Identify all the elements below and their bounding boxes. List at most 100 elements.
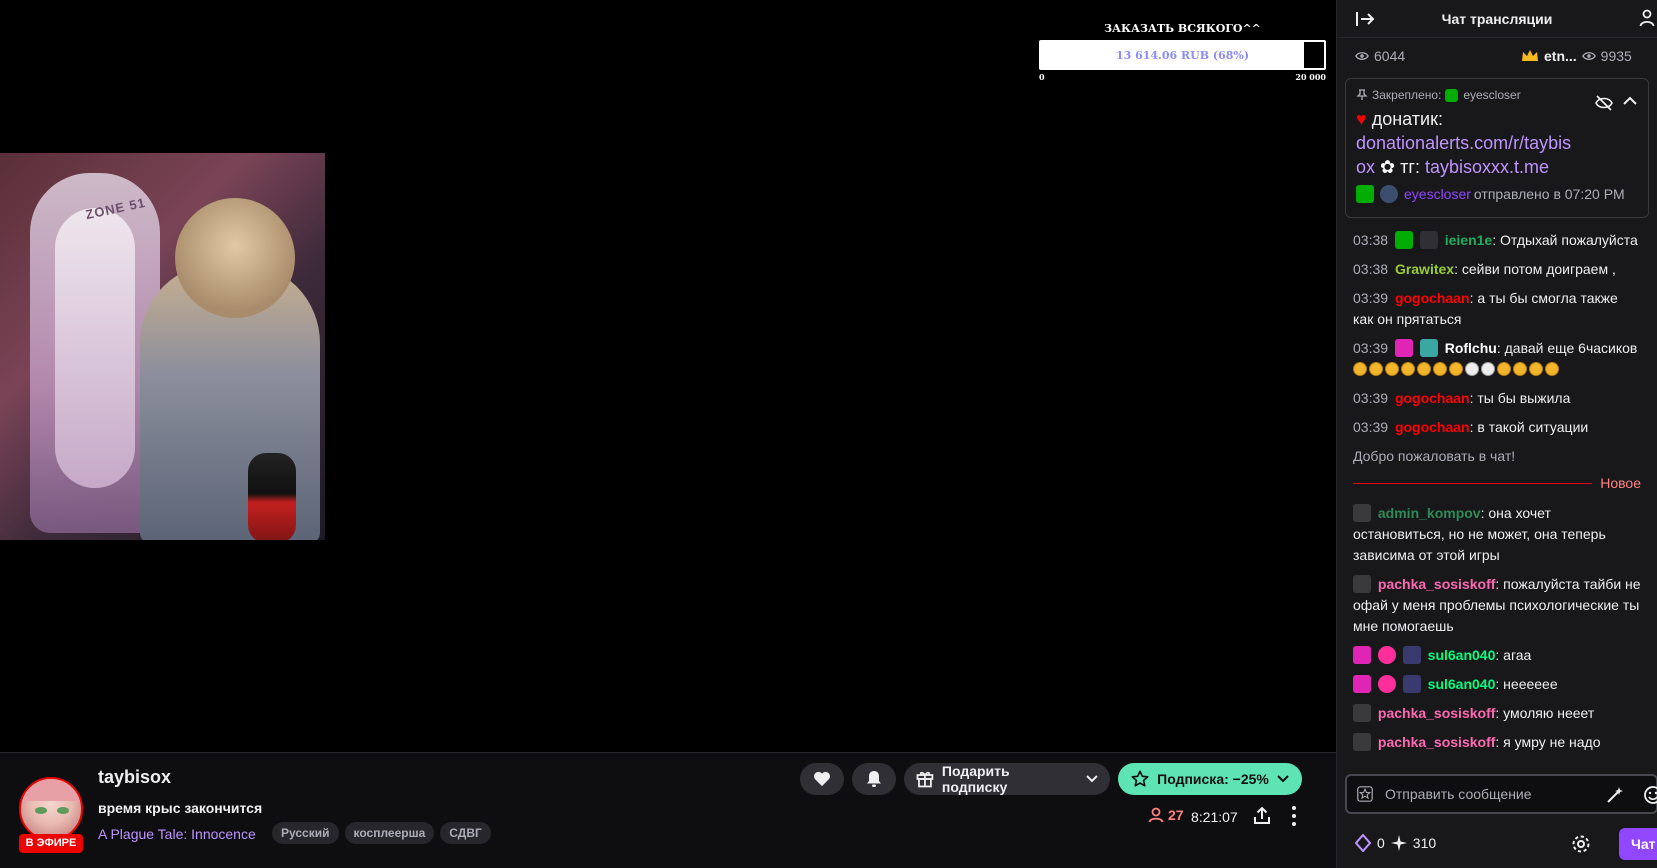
no-audio-badge-icon [1353, 704, 1371, 722]
magic-emote-icon[interactable] [1605, 785, 1625, 805]
chat-message: 03:39 gogochaan: в такой ситуации [1353, 413, 1641, 442]
pinned-message: Закреплено: eyescloser ♥ донатик: donati… [1345, 78, 1649, 218]
message-username[interactable]: sul6an040 [1428, 647, 1496, 663]
eye-icon [1581, 52, 1596, 60]
tag[interactable]: СДВГ [440, 822, 491, 844]
tag[interactable]: Русский [272, 822, 339, 844]
message-username[interactable]: ieien1e [1445, 232, 1492, 248]
message-time: 03:39 [1353, 340, 1389, 356]
star-icon[interactable] [1357, 786, 1373, 802]
viewer-count-value: 27 [1168, 807, 1184, 823]
star-icon [1131, 770, 1149, 787]
message-username[interactable]: gogochaan [1395, 290, 1470, 306]
user-avatar-badge-icon [1380, 185, 1398, 203]
chat-input-box[interactable] [1345, 774, 1657, 814]
flowers-icon: ✿ [1380, 157, 1396, 177]
message-username[interactable]: sul6an040 [1428, 676, 1496, 692]
hide-pin-icon[interactable] [1594, 93, 1614, 113]
red-heart-icon: ♥ [1356, 109, 1367, 129]
chevron-down-icon [1277, 775, 1289, 783]
message-time: 03:39 [1353, 290, 1389, 306]
pinned-author[interactable]: eyescloser [1404, 186, 1471, 202]
tg-label: тг: [1400, 157, 1420, 177]
subscribe-button[interactable]: Подписка: −25% [1118, 763, 1302, 795]
gift-sub-label: Подарить подписку [941, 763, 1010, 795]
more-options-icon[interactable] [1288, 806, 1300, 826]
donation-goal-scale: 0 20 000 [1039, 72, 1326, 82]
donation-goal-amount: 13 614.06 RUB (68%) [1115, 49, 1250, 62]
notifications-button[interactable] [852, 763, 896, 795]
chat-message: sul6an040: неееееe [1353, 670, 1641, 699]
message-username[interactable]: pachka_sosiskoff [1378, 705, 1496, 721]
webcam-overlay: ZONE 51 [0, 153, 325, 540]
message-text: : ты бы выжила [1469, 390, 1571, 406]
moderator-badge-icon [1445, 88, 1459, 102]
pinned-text: ♥ донатик: donationalerts.com/r/taybis ox… [1356, 107, 1592, 179]
community-icon[interactable] [1639, 8, 1657, 28]
top-user-stat[interactable]: etn... 9935 [1521, 48, 1632, 64]
message-time: 03:39 [1353, 390, 1389, 406]
message-text: : умоляю нееет [1495, 705, 1595, 721]
message-username[interactable]: gogochaan [1395, 390, 1470, 406]
avatar-hair [21, 779, 81, 801]
gift-sub-button[interactable]: Подарить подписку [904, 763, 1110, 795]
emoji-icon [1433, 362, 1447, 376]
message-username[interactable]: admin_kompov [1378, 505, 1481, 521]
message-time: 03:38 [1353, 261, 1389, 277]
chat-message-input[interactable] [1385, 786, 1595, 802]
smile-icon[interactable] [1643, 785, 1657, 805]
emoji-icon [1417, 362, 1431, 376]
new-messages-label: Новое [1600, 475, 1641, 491]
chat-title: Чат трансляции [1441, 11, 1553, 27]
pinned-footer: eyescloser отправлено в 07:20 PM [1356, 185, 1638, 203]
no-audio-badge-icon [1353, 575, 1371, 593]
share-icon[interactable] [1252, 806, 1272, 826]
bell-icon [867, 771, 881, 787]
video-player[interactable]: ZONE 51 ЗАКАЗАТЬ ВСЯКОГО^^ 13 614.06 RUB… [0, 0, 1336, 752]
message-username[interactable]: Grawitex [1395, 261, 1454, 277]
viewers-left-value: 6044 [1374, 48, 1406, 64]
chat-footer: 0 310 Чат [1337, 824, 1657, 864]
gift-icon [916, 771, 934, 788]
no-audio-badge-icon [1353, 733, 1371, 751]
chat-message: 03:39 Roflchu: давай еще 6часиков [1353, 334, 1641, 384]
heart-badge-icon [1377, 675, 1396, 693]
sub-gifter-badge-icon [1353, 646, 1371, 664]
new-messages-line [1353, 482, 1593, 484]
heart-badge-icon [1377, 646, 1396, 664]
viewers-stat[interactable]: 6044 [1355, 48, 1405, 64]
message-username[interactable]: Roflchu [1445, 340, 1497, 356]
chat-header: Чат трансляции [1337, 0, 1657, 38]
streamer-name[interactable]: taybisox [98, 767, 171, 788]
chat-message: pachka_sosiskoff: умоляю нееет [1353, 699, 1641, 728]
message-time: 03:39 [1353, 419, 1389, 435]
message-username[interactable]: pachka_sosiskoff [1378, 734, 1496, 750]
message-text: : давай еще 6часиков [1496, 340, 1638, 356]
welcome-message: Добро пожаловать в чат! [1353, 442, 1641, 471]
chat-message: 03:39 gogochaan: ты бы выжила [1353, 384, 1641, 413]
emoji-icon [1545, 362, 1559, 376]
emoji-icon [1369, 362, 1383, 376]
telegram-link[interactable]: taybisoxxx.t.me [1425, 157, 1549, 177]
message-username[interactable]: gogochaan [1395, 419, 1470, 435]
chat-stats-row: 6044 etn... 9935 [1337, 38, 1657, 74]
top-user-name: etn... [1544, 48, 1577, 64]
donation-goal-max: 20 000 [1295, 72, 1326, 82]
tag[interactable]: косплеерша [344, 822, 435, 844]
avatar[interactable] [19, 777, 83, 841]
channel-points[interactable]: 0 310 [1355, 834, 1436, 852]
avatar-wrap[interactable]: В ЭФИРЕ [19, 777, 83, 853]
message-text: : а ты бы смогла также как он прятаться [1353, 290, 1618, 327]
message-username[interactable]: pachka_sosiskoff [1378, 576, 1496, 592]
chevron-up-icon[interactable] [1622, 93, 1638, 109]
chat-send-button[interactable]: Чат [1619, 828, 1657, 860]
message-time: 03:38 [1353, 232, 1389, 248]
gear-icon[interactable] [1571, 834, 1591, 854]
emoji-icon [1513, 362, 1527, 376]
game-link[interactable]: A Plague Tale: Innocence [98, 826, 256, 842]
pinned-sent-text: отправлено в 07:20 PM [1473, 186, 1625, 202]
gaming-chair-inner [55, 208, 135, 488]
follow-button[interactable] [800, 763, 844, 795]
chat-message: 03:39 gogochaan: а ты бы смогла также ка… [1353, 284, 1641, 334]
welcome-text: Добро пожаловать в чат! [1353, 448, 1516, 464]
